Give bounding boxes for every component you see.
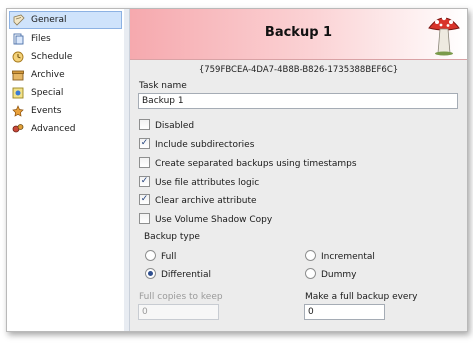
checkbox-box[interactable]: ✓ — [139, 194, 150, 205]
sidebar-item-label: Special — [31, 88, 64, 98]
backup-type-label: Backup type — [144, 232, 200, 242]
checkbox-box[interactable]: ✓ — [139, 138, 150, 149]
files-icon — [13, 33, 24, 45]
radio-full[interactable]: Full — [145, 250, 177, 265]
sidebar: General Files Schedule Archive Special E… — [7, 9, 125, 331]
sidebar-item-general[interactable]: General — [9, 11, 122, 29]
radio-label: Incremental — [321, 252, 375, 262]
sidebar-item-archive[interactable]: Archive — [7, 66, 124, 84]
radio-dummy[interactable]: Dummy — [305, 268, 357, 283]
radio-button[interactable] — [305, 250, 316, 261]
radio-differential[interactable]: Differential — [145, 268, 211, 283]
main-panel: Backup 1 {759FBCEA-4DA7-4B8B-B826-173538… — [130, 9, 467, 331]
mushroom-icon — [428, 15, 460, 56]
task-guid: {759FBCEA-4DA7-4B8B-B826-1735388BEF6C} — [198, 65, 399, 75]
radio-button[interactable] — [145, 250, 156, 261]
checkbox-label: Use Volume Shadow Copy — [155, 215, 273, 225]
task-name-label: Task name — [139, 81, 187, 91]
settings-window: General Files Schedule Archive Special E… — [6, 8, 468, 332]
checkbox-box[interactable]: ✓ — [139, 176, 150, 187]
checkbox-volume-shadow-copy[interactable]: Use Volume Shadow Copy — [139, 213, 273, 228]
checkbox-label: Disabled — [155, 121, 195, 131]
checkbox-include-subdirectories[interactable]: ✓ Include subdirectories — [139, 138, 255, 153]
radio-label: Dummy — [321, 270, 357, 280]
header-banner: Backup 1 — [130, 9, 467, 60]
make-full-backup-field[interactable]: 0 — [304, 304, 385, 320]
checkbox-file-attributes-logic[interactable]: ✓ Use file attributes logic — [139, 176, 260, 191]
radio-button[interactable] — [305, 268, 316, 279]
radio-label: Differential — [161, 270, 211, 280]
schedule-icon — [12, 51, 24, 63]
checkbox-box[interactable] — [139, 157, 150, 168]
sidebar-item-files[interactable]: Files — [7, 30, 124, 48]
sidebar-item-events[interactable]: Events — [7, 102, 124, 120]
page-title: Backup 1 — [264, 25, 333, 40]
radio-button[interactable] — [145, 268, 156, 279]
radio-label: Full — [161, 252, 177, 262]
sidebar-item-schedule[interactable]: Schedule — [7, 48, 124, 66]
sidebar-item-label: Files — [31, 34, 51, 44]
checkbox-label: Include subdirectories — [155, 140, 255, 150]
sidebar-item-label: Events — [31, 106, 62, 116]
task-name-field[interactable]: Backup 1 — [138, 93, 458, 109]
checkbox-clear-archive-attribute[interactable]: ✓ Clear archive attribute — [139, 194, 257, 209]
sidebar-item-advanced[interactable]: Advanced — [7, 120, 124, 138]
sidebar-item-label: Archive — [31, 70, 65, 80]
radio-incremental[interactable]: Incremental — [305, 250, 375, 265]
make-full-backup-label: Make a full backup every — [305, 292, 418, 302]
archive-icon — [12, 70, 24, 81]
events-icon — [12, 105, 24, 117]
sidebar-item-label: Advanced — [31, 124, 76, 134]
checkbox-disabled[interactable]: Disabled — [139, 119, 195, 134]
checkbox-separated-backups[interactable]: Create separated backups using timestamp… — [139, 157, 357, 172]
sidebar-item-label: General — [31, 15, 67, 25]
sidebar-item-label: Schedule — [31, 52, 73, 62]
checkbox-label: Use file attributes logic — [155, 178, 260, 188]
checkbox-box[interactable] — [139, 119, 150, 130]
sidebar-item-special[interactable]: Special — [7, 84, 124, 102]
full-copies-field[interactable]: 0 — [138, 304, 219, 320]
general-icon — [13, 14, 25, 26]
full-copies-label: Full copies to keep — [139, 292, 223, 302]
special-icon — [12, 87, 24, 99]
checkbox-box[interactable] — [139, 213, 150, 224]
checkbox-label: Clear archive attribute — [155, 196, 257, 206]
checkbox-label: Create separated backups using timestamp… — [155, 159, 357, 169]
advanced-icon — [12, 124, 24, 133]
